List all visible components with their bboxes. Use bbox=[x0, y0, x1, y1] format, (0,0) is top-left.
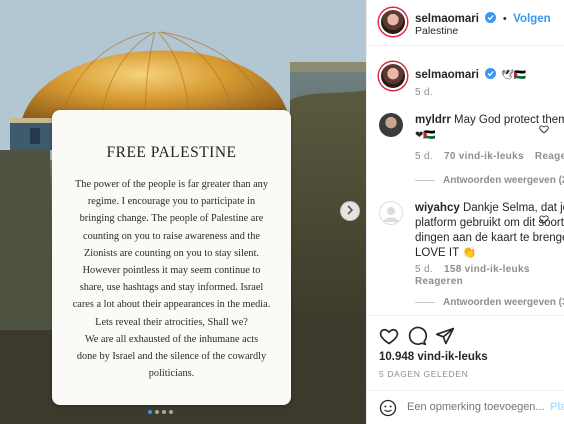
comment-meta: 5 d. 158 vind-ik-leuks bbox=[415, 264, 530, 275]
card-title: FREE PALESTINE bbox=[106, 144, 237, 161]
view-replies-button[interactable]: Antwoorden weergeven (2) bbox=[415, 175, 564, 186]
verified-badge-icon bbox=[485, 12, 497, 23]
comment-bubble-icon[interactable] bbox=[407, 326, 428, 351]
carousel-indicator bbox=[148, 410, 173, 414]
comment-text-line: dingen aan de kaart te brengen bbox=[415, 232, 564, 244]
comment-username[interactable]: myldrr bbox=[415, 114, 451, 126]
carousel-dot bbox=[162, 410, 166, 414]
comment-likes[interactable]: 70 vind-ik-leuks bbox=[444, 151, 524, 162]
caption-time[interactable]: 5 d. bbox=[415, 87, 433, 98]
comment-text-line: ❤🇵🇸 bbox=[415, 130, 436, 141]
share-send-icon[interactable] bbox=[435, 326, 455, 351]
separator-dot: • bbox=[502, 13, 507, 25]
caption-username[interactable]: selmaomari bbox=[415, 69, 479, 81]
card-line: done by Israel and the silence of the co… bbox=[76, 351, 267, 363]
location-link[interactable]: Palestine bbox=[415, 25, 458, 37]
commenter-avatar[interactable] bbox=[379, 113, 403, 137]
carousel-dot bbox=[148, 410, 152, 414]
view-replies-button[interactable]: Antwoorden weergeven (3) bbox=[415, 297, 564, 308]
comment-time[interactable]: 5 d. bbox=[415, 264, 433, 275]
comment-time[interactable]: 5 d. bbox=[415, 151, 433, 162]
card-line: bringing change. The people of Palestine… bbox=[79, 213, 264, 225]
reply-label: Reageren bbox=[415, 276, 463, 287]
post-actions: 10.948 vind-ik-leuks 5 DAGEN GELEDEN Pla… bbox=[367, 315, 564, 424]
carousel-dot bbox=[169, 410, 173, 414]
header-username[interactable]: selmaomari bbox=[415, 13, 479, 25]
card-line: politicians. bbox=[148, 368, 195, 380]
card-line: However pointless it may seem continue t… bbox=[82, 265, 261, 277]
divider bbox=[415, 302, 435, 303]
comment-text-line: LOVE IT 👏 bbox=[415, 247, 477, 259]
card-line: regime. I encourage you to participate i… bbox=[87, 196, 256, 208]
divider bbox=[415, 180, 435, 181]
view-replies-label: Antwoorden weergeven (2) bbox=[443, 175, 564, 186]
commenter-avatar[interactable] bbox=[379, 201, 403, 225]
like-heart-icon[interactable] bbox=[379, 326, 399, 351]
card-line: Lets reveal their atrocities, Shall we? bbox=[95, 316, 248, 328]
card-line: counting on you to raise awareness and t… bbox=[83, 230, 260, 242]
card-line: The power of the people is far greater t… bbox=[75, 179, 268, 190]
reply-button[interactable]: Reageren bbox=[415, 276, 463, 287]
caption-text: 🕊🇵🇸 bbox=[500, 70, 526, 81]
emoji-smiley-icon[interactable] bbox=[379, 399, 397, 422]
likes-count[interactable]: 10.948 vind-ik-leuks bbox=[379, 351, 488, 363]
card-line: cares a lot about their appearances in t… bbox=[72, 299, 271, 311]
card-line: share, use hashtags and stay informed. I… bbox=[79, 282, 264, 294]
reply-button[interactable]: Reageren bbox=[535, 151, 564, 162]
caption-avatar[interactable] bbox=[379, 62, 407, 90]
add-comment-bar: Plaatsen bbox=[367, 390, 564, 424]
comment-meta: 5 d. 70 vind-ik-leuks Reageren bbox=[415, 151, 564, 162]
avatar[interactable] bbox=[379, 8, 407, 36]
comment-input[interactable] bbox=[407, 401, 547, 413]
carousel-next-button[interactable] bbox=[340, 201, 360, 221]
post-header: selmaomari • Volgen Palestine bbox=[367, 0, 564, 46]
verified-badge-icon bbox=[485, 68, 497, 79]
comment-like-heart-icon[interactable] bbox=[539, 211, 549, 229]
post-comment-button[interactable]: Plaatsen bbox=[550, 401, 564, 413]
card-line: Zionists are counting on you to stay sil… bbox=[83, 247, 260, 259]
post-image[interactable]: FREE PALESTINE The power of the people i… bbox=[0, 0, 366, 424]
post-sidebar: selmaomari • Volgen Palestine selmaomari… bbox=[366, 0, 564, 424]
view-replies-label: Antwoorden weergeven (3) bbox=[443, 297, 564, 308]
comment-username[interactable]: wiyahcy bbox=[415, 202, 460, 214]
posted-time[interactable]: 5 DAGEN GELEDEN bbox=[379, 369, 468, 379]
comment-likes[interactable]: 158 vind-ik-leuks bbox=[444, 264, 530, 275]
comment-like-heart-icon[interactable] bbox=[539, 121, 549, 139]
card-line: We are all exhausted of the inhumane act… bbox=[84, 333, 259, 345]
carousel-dot bbox=[155, 410, 159, 414]
follow-button[interactable]: Volgen bbox=[513, 13, 550, 25]
quote-card: FREE PALESTINE The power of the people i… bbox=[52, 110, 291, 405]
card-body: The power of the people is far greater t… bbox=[66, 176, 277, 382]
chevron-right-icon bbox=[346, 202, 354, 220]
